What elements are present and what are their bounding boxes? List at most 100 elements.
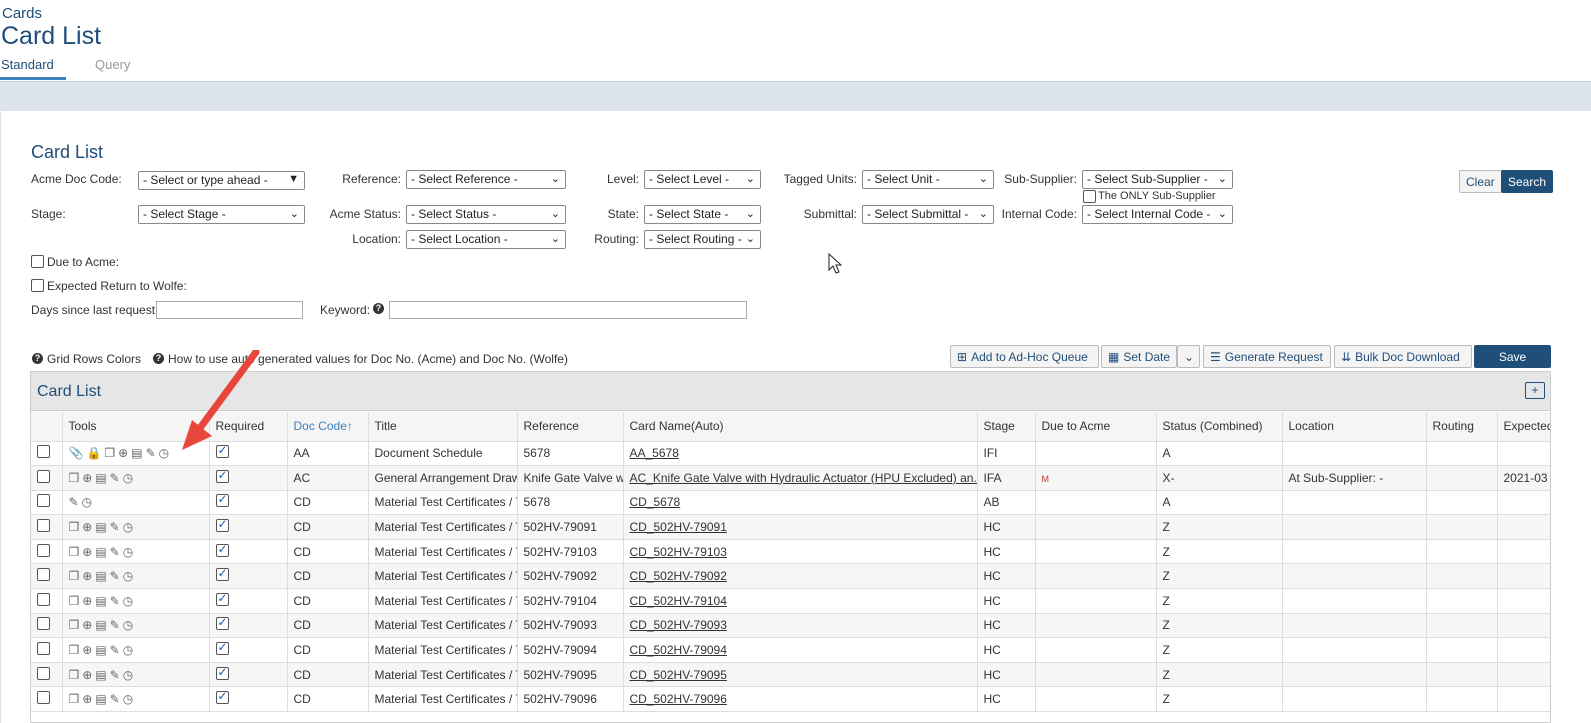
row-checkbox[interactable] xyxy=(37,568,50,582)
save-button[interactable]: Save xyxy=(1474,345,1551,368)
card-name-link[interactable]: CD_502HV-79091 xyxy=(630,520,727,534)
copy-add-icon[interactable]: ⊕ xyxy=(82,471,95,485)
card-name-link[interactable]: CD_502HV-79092 xyxy=(630,569,727,583)
tagged-units-select[interactable]: - Select Unit - ⌄ xyxy=(862,170,994,189)
pencil-icon[interactable]: ✎ xyxy=(110,618,123,632)
row-checkbox[interactable] xyxy=(37,519,50,533)
card-name-link[interactable]: CD_502HV-79096 xyxy=(630,692,727,706)
col-header-routing[interactable]: Routing xyxy=(1426,412,1498,442)
folder-add-icon[interactable]: + xyxy=(1525,382,1545,399)
copy-icon[interactable]: ❐ xyxy=(69,692,83,706)
col-header-title[interactable]: Title xyxy=(368,412,518,442)
table-row[interactable]: ✎◷ CDMaterial Test Certificates / T5678 CD… xyxy=(31,490,1550,516)
tab-query[interactable]: Query xyxy=(95,57,130,72)
required-checkbox[interactable] xyxy=(215,591,229,606)
copy-icon[interactable]: ❐ xyxy=(69,668,83,682)
required-checkbox[interactable] xyxy=(215,517,229,533)
routing-select[interactable]: - Select Routing - ⌄ xyxy=(644,230,761,249)
internal-code-select[interactable]: - Select Internal Code - ⌄ xyxy=(1082,205,1233,224)
copy-icon[interactable]: ❐ xyxy=(104,446,118,460)
row-checkbox[interactable] xyxy=(37,494,50,508)
card-name-link[interactable]: CD_502HV-79104 xyxy=(630,594,727,608)
list-icon[interactable]: ▤ xyxy=(131,446,145,460)
list-icon[interactable]: ▤ xyxy=(95,594,109,608)
table-row[interactable]: ❐⊕▤✎◷ CDMaterial Test Certificates / T502… xyxy=(31,686,1550,713)
card-name-cell[interactable]: CD_502HV-79095 xyxy=(623,662,978,688)
card-name-link[interactable]: AA_5678 xyxy=(630,446,679,460)
copy-icon[interactable]: ❐ xyxy=(69,471,83,485)
row-select-cell[interactable] xyxy=(31,563,63,590)
copy-add-icon[interactable]: ⊕ xyxy=(118,446,131,460)
col-header-card-name[interactable]: Card Name(Auto) xyxy=(623,412,978,442)
set-date-dropdown-button[interactable]: ⌄ xyxy=(1177,345,1200,368)
clock-icon[interactable]: ◷ xyxy=(159,446,172,460)
bulk-doc-download-button[interactable]: ⇊ Bulk Doc Download xyxy=(1334,345,1472,368)
card-name-cell[interactable]: CD_502HV-79091 xyxy=(623,514,978,540)
copy-icon[interactable]: ❐ xyxy=(69,520,83,534)
table-row[interactable]: ❐⊕▤✎◷ CDMaterial Test Certificates / T502… xyxy=(31,662,1550,688)
set-date-button[interactable]: ▦ Set Date xyxy=(1101,345,1177,368)
row-checkbox[interactable] xyxy=(37,617,50,631)
row-select-cell[interactable] xyxy=(31,514,63,540)
table-row[interactable]: ❐⊕▤✎◷ CDMaterial Test Certificates / T502… xyxy=(31,514,1550,540)
table-row[interactable]: ❐⊕▤✎◷ CDMaterial Test Certificates / T502… xyxy=(31,563,1550,590)
stage-select[interactable]: - Select Stage - ⌄ xyxy=(138,205,305,224)
clock-icon[interactable]: ◷ xyxy=(123,569,136,583)
copy-add-icon[interactable]: ⊕ xyxy=(82,594,95,608)
card-name-cell[interactable]: AC_Knife Gate Valve with Hydraulic Actua… xyxy=(623,465,978,491)
list-icon[interactable]: ▤ xyxy=(95,545,109,559)
copy-add-icon[interactable]: ⊕ xyxy=(82,520,95,534)
card-name-cell[interactable]: CD_502HV-79103 xyxy=(623,539,978,565)
col-header-stage[interactable]: Stage xyxy=(977,412,1036,442)
card-name-link[interactable]: AC_Knife Gate Valve with Hydraulic Actua… xyxy=(630,471,977,485)
row-select-cell[interactable] xyxy=(31,539,63,565)
grid-rows-colors-link[interactable]: Grid Rows Colors xyxy=(47,352,141,366)
row-select-cell[interactable] xyxy=(31,613,63,639)
paperclip-icon[interactable]: 📎 xyxy=(69,446,87,460)
pencil-icon[interactable]: ✎ xyxy=(110,643,123,657)
required-checkbox[interactable] xyxy=(215,640,229,656)
copy-icon[interactable]: ❐ xyxy=(69,643,83,657)
copy-icon[interactable]: ❐ xyxy=(69,545,83,559)
clock-icon[interactable]: ◷ xyxy=(123,520,136,534)
row-checkbox[interactable] xyxy=(37,469,50,483)
card-name-cell[interactable]: CD_502HV-79092 xyxy=(623,563,978,590)
card-name-link[interactable]: CD_502HV-79103 xyxy=(630,545,727,559)
row-checkbox[interactable] xyxy=(37,642,50,656)
card-name-link[interactable]: CD_502HV-79093 xyxy=(630,618,727,632)
copy-icon[interactable]: ❐ xyxy=(69,618,83,632)
list-icon[interactable]: ▤ xyxy=(95,643,109,657)
list-icon[interactable]: ▤ xyxy=(95,569,109,583)
card-name-cell[interactable]: CD_502HV-79096 xyxy=(623,686,978,713)
pencil-icon[interactable]: ✎ xyxy=(69,495,82,509)
card-name-link[interactable]: CD_5678 xyxy=(630,495,681,509)
table-row[interactable]: ❐⊕▤✎◷ CDMaterial Test Certificates / T502… xyxy=(31,637,1550,663)
expected-return-checkbox[interactable] xyxy=(31,279,44,292)
keyword-input[interactable] xyxy=(389,301,747,319)
list-icon[interactable]: ▤ xyxy=(95,618,109,632)
card-name-cell[interactable]: CD_5678 xyxy=(623,490,978,516)
card-name-cell[interactable]: CD_502HV-79093 xyxy=(623,613,978,639)
card-name-cell[interactable]: AA_5678 xyxy=(623,441,978,467)
card-name-link[interactable]: CD_502HV-79095 xyxy=(630,668,727,682)
add-adhoc-button[interactable]: ⊞ Add to Ad-Hoc Queue xyxy=(950,345,1099,368)
clock-icon[interactable]: ◷ xyxy=(123,643,136,657)
location-select[interactable]: - Select Location - ⌄ xyxy=(406,230,566,249)
row-select-cell[interactable] xyxy=(31,441,63,467)
clock-icon[interactable]: ◷ xyxy=(123,594,136,608)
required-checkbox[interactable] xyxy=(215,468,229,483)
row-select-cell[interactable] xyxy=(31,490,63,516)
card-name-cell[interactable]: CD_502HV-79104 xyxy=(623,588,978,614)
required-checkbox[interactable] xyxy=(215,689,229,705)
acme-doc-code-select[interactable]: - Select or type ahead - ▼ xyxy=(138,171,305,190)
clock-icon[interactable]: ◷ xyxy=(82,495,95,509)
row-select-cell[interactable] xyxy=(31,588,63,614)
table-row[interactable]: ❐⊕▤✎◷ CDMaterial Test Certificates / T502… xyxy=(31,539,1550,565)
required-checkbox[interactable] xyxy=(215,542,229,557)
reference-select[interactable]: - Select Reference - ⌄ xyxy=(406,170,566,189)
tab-standard[interactable]: Standard xyxy=(1,57,54,72)
pencil-icon[interactable]: ✎ xyxy=(110,668,123,682)
search-button[interactable]: Search xyxy=(1501,170,1554,193)
col-header-doc-code[interactable]: Doc Code↑ xyxy=(287,412,369,442)
pencil-icon[interactable]: ✎ xyxy=(146,446,159,460)
